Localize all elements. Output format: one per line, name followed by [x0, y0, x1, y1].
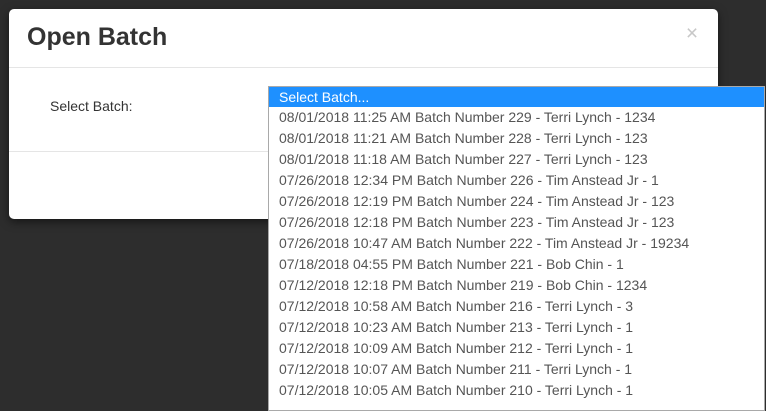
dropdown-option[interactable]: 07/12/2018 10:09 AM Batch Number 212 - T… [269, 338, 764, 359]
dropdown-option[interactable]: 07/26/2018 12:19 PM Batch Number 224 - T… [269, 191, 764, 212]
close-button[interactable]: × [682, 23, 702, 45]
dropdown-option[interactable]: 07/26/2018 12:34 PM Batch Number 226 - T… [269, 170, 764, 191]
dropdown-option[interactable]: 07/26/2018 10:47 AM Batch Number 222 - T… [269, 233, 764, 254]
dropdown-option[interactable]: 08/01/2018 11:25 AM Batch Number 229 - T… [269, 107, 764, 128]
dropdown-option[interactable]: 07/12/2018 12:18 PM Batch Number 219 - B… [269, 275, 764, 296]
modal-title: Open Batch [27, 23, 168, 51]
dropdown-option[interactable]: 07/12/2018 10:58 AM Batch Number 216 - T… [269, 296, 764, 317]
dropdown-option[interactable]: 07/12/2018 10:07 AM Batch Number 211 - T… [269, 359, 764, 380]
select-batch-label: Select Batch: [50, 98, 133, 114]
dropdown-option[interactable]: 08/01/2018 11:18 AM Batch Number 227 - T… [269, 149, 764, 170]
dropdown-option[interactable]: 07/26/2018 12:18 PM Batch Number 223 - T… [269, 212, 764, 233]
dropdown-option[interactable]: 07/12/2018 10:23 AM Batch Number 213 - T… [269, 317, 764, 338]
dropdown-option[interactable]: 08/01/2018 11:21 AM Batch Number 228 - T… [269, 128, 764, 149]
dropdown-option[interactable]: 07/18/2018 04:55 PM Batch Number 221 - B… [269, 254, 764, 275]
modal-header: Open Batch × [9, 9, 718, 68]
dropdown-option-placeholder[interactable]: Select Batch... [269, 87, 764, 107]
dropdown-option[interactable]: 07/12/2018 10:05 AM Batch Number 210 - T… [269, 380, 764, 401]
batch-select-dropdown[interactable]: Select Batch... 08/01/2018 11:25 AM Batch… [268, 86, 765, 411]
